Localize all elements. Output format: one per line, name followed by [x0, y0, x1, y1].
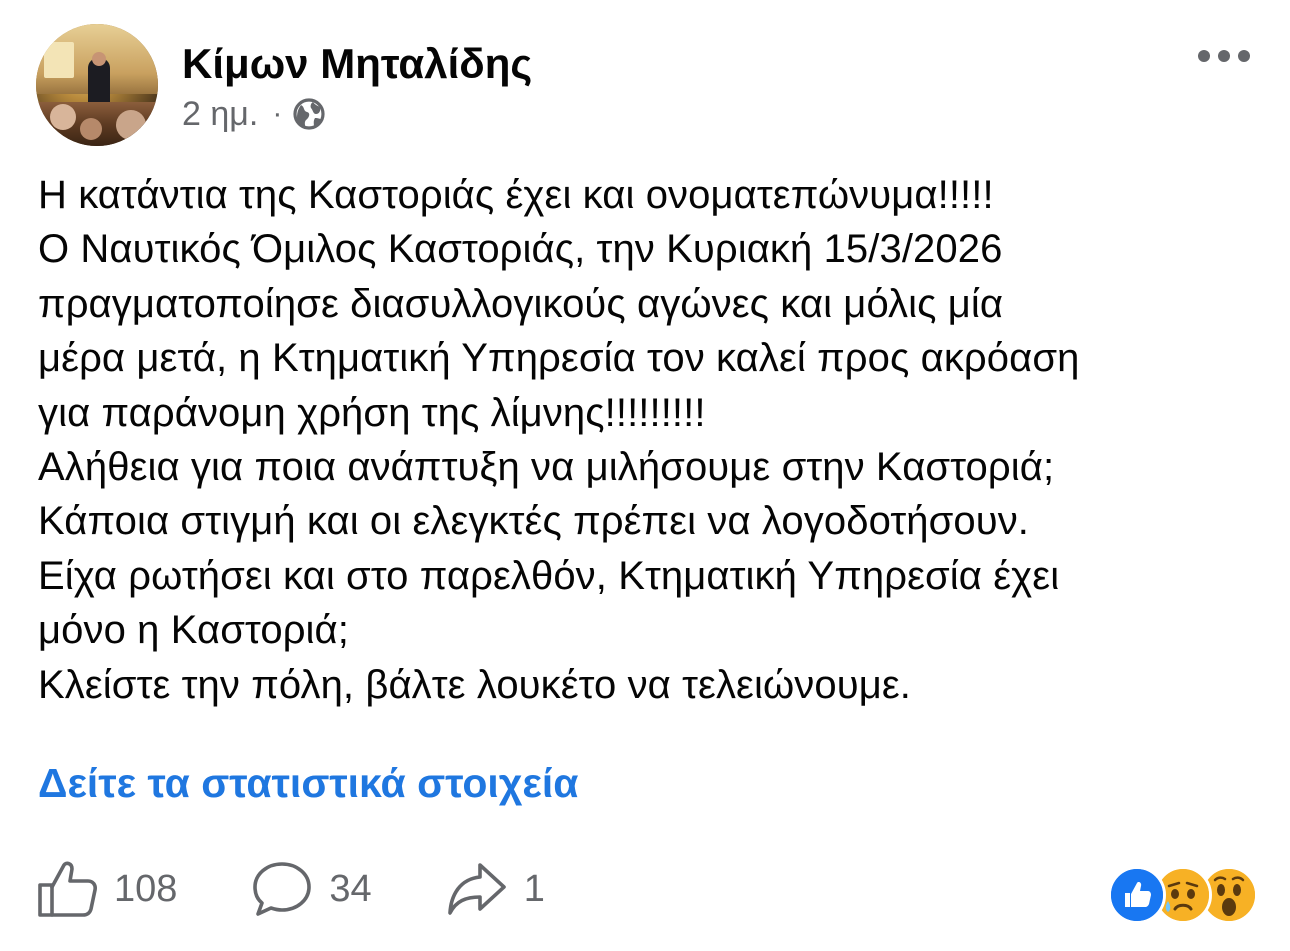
like-icon — [36, 859, 98, 919]
author-name[interactable]: Κίμων Μηταλίδης — [182, 40, 532, 88]
globe-icon[interactable] — [292, 97, 326, 131]
post-text-line: Κάποια στιγμή και οι ελεγκτές πρέπει να … — [38, 499, 1030, 544]
like-reaction-icon — [1108, 866, 1166, 924]
comment-icon — [251, 859, 313, 919]
post-time[interactable]: 2 ημ. — [182, 95, 258, 134]
post-text-line: μόνο η Καστοριά; — [38, 608, 349, 653]
like-button[interactable]: 108 — [36, 859, 177, 919]
share-icon — [446, 859, 508, 919]
post-text-line: Είχα ρωτήσει και στο παρελθόν, Κτηματική… — [38, 553, 1060, 598]
post-text: Η κατάντια της Καστοριάς έχει και ονοματ… — [38, 168, 1268, 712]
meta-separator: · — [272, 97, 283, 130]
post-text-line: Ο Ναυτικός Όμιλος Καστοριάς, την Κυριακή… — [38, 227, 1003, 272]
reactions-summary[interactable] — [1108, 866, 1258, 924]
like-count: 108 — [114, 867, 178, 910]
post-text-line: Η κατάντια της Καστοριάς έχει και ονοματ… — [38, 173, 994, 217]
share-count: 1 — [523, 867, 545, 910]
comment-button[interactable]: 34 — [251, 859, 372, 919]
post-text-line: μέρα μετά, η Κτηματική Υπηρεσία τον καλε… — [38, 336, 1080, 381]
post-text-line: πραγματοποίησε διασυλλογικούς αγώνες και… — [38, 281, 1004, 326]
post-text-line: Κλείστε την πόλη, βάλτε λουκέτο να τελει… — [38, 662, 912, 707]
post-text-line: Αλήθεια για ποια ανάπτυξη να μιλήσουμε σ… — [38, 445, 1055, 490]
view-insights-link[interactable]: Δείτε τα στατιστικά στοιχεία — [38, 760, 578, 807]
author-avatar[interactable] — [36, 24, 158, 146]
facebook-post: Κίμων Μηταλίδης 2 ημ. · Η κατάντια της Κ… — [0, 0, 1290, 951]
post-text-line: για παράνομη χρήση της λίμνης!!!!!!!!! — [38, 390, 706, 435]
share-button[interactable]: 1 — [446, 859, 545, 919]
comment-count: 34 — [329, 867, 372, 910]
post-meta: 2 ημ. · — [182, 95, 326, 134]
more-options-icon[interactable] — [1198, 44, 1250, 68]
post-actions: 108 34 1 — [36, 856, 619, 922]
